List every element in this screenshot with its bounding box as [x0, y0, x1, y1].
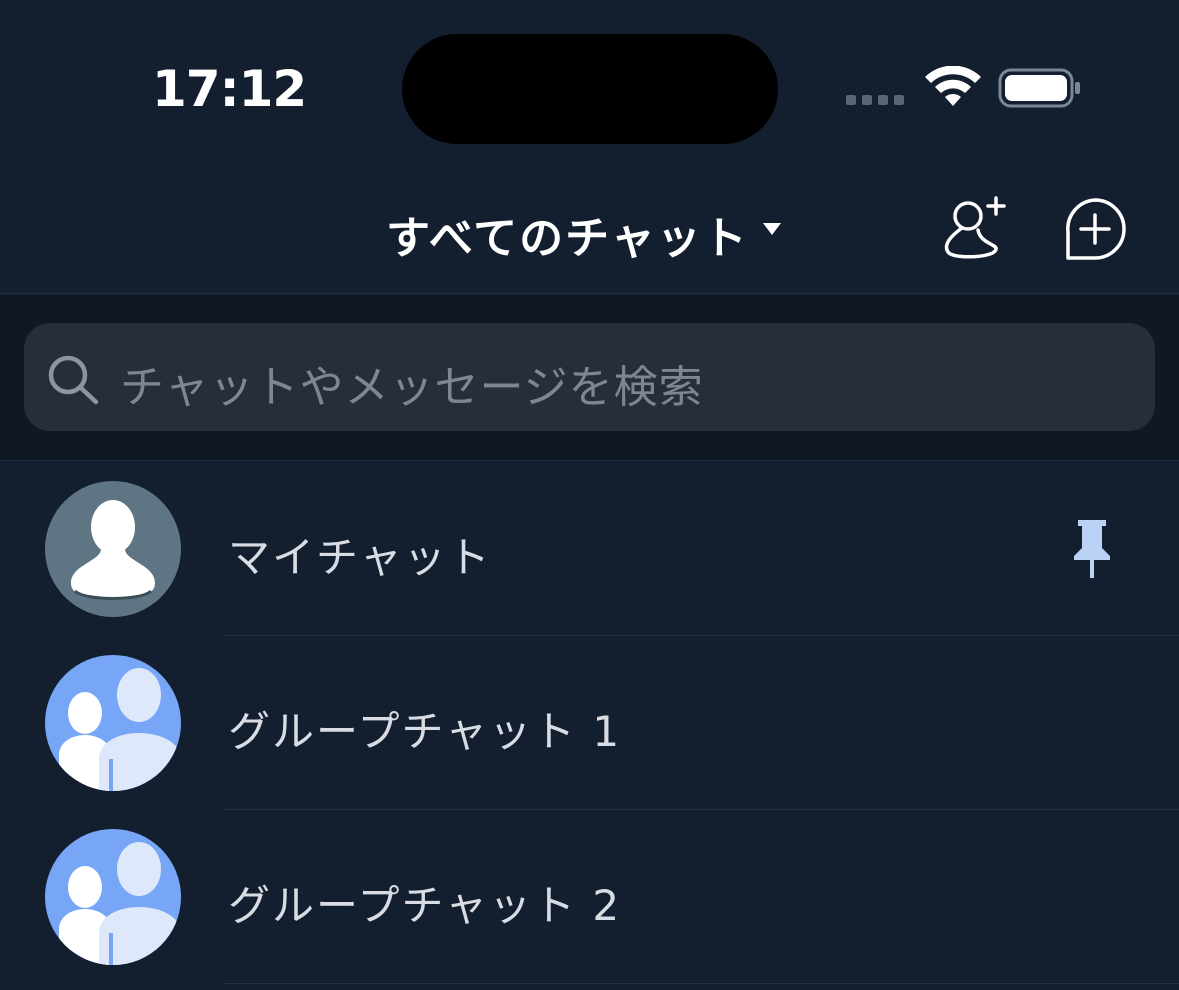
chat-filter-title[interactable]: すべてのチャット — [386, 202, 749, 266]
navigation-header: すべてのチャット — [0, 170, 1179, 294]
wifi-icon — [925, 66, 981, 106]
pin-icon — [1074, 520, 1110, 578]
search-icon — [48, 355, 99, 405]
status-bar: 17:12 — [0, 0, 1179, 170]
chat-name: マイチャット — [228, 533, 492, 582]
chat-name: グループチャット 2 — [228, 881, 622, 930]
cellular-signal-icon — [846, 95, 904, 105]
search-area: チャットやメッセージを検索 — [0, 295, 1179, 461]
group-avatar — [45, 655, 181, 791]
new-chat-icon[interactable] — [1060, 196, 1130, 262]
add-friend-icon[interactable] — [938, 194, 1010, 260]
chat-name: グループチャット 1 — [228, 707, 622, 756]
row-divider — [224, 983, 1179, 984]
search-input[interactable]: チャットやメッセージを検索 — [24, 323, 1155, 431]
chat-row-my-chat[interactable]: マイチャット — [0, 462, 1179, 636]
group-avatar — [45, 829, 181, 965]
chat-row-group-1[interactable]: グループチャット 1 — [0, 636, 1179, 810]
chat-list-screen: 17:12 すべてのチャット チャットやメッセージを検索 マイチャット グループ… — [0, 0, 1179, 990]
search-placeholder: チャットやメッセージを検索 — [120, 362, 704, 413]
chat-list: マイチャット グループチャット 1 グループチャット 2 — [0, 462, 1179, 984]
status-time: 17:12 — [152, 60, 307, 118]
dynamic-island — [402, 34, 778, 144]
battery-icon — [998, 68, 1080, 108]
single-user-avatar — [45, 481, 181, 617]
caret-down-icon[interactable] — [762, 222, 782, 236]
chat-row-group-2[interactable]: グループチャット 2 — [0, 810, 1179, 984]
